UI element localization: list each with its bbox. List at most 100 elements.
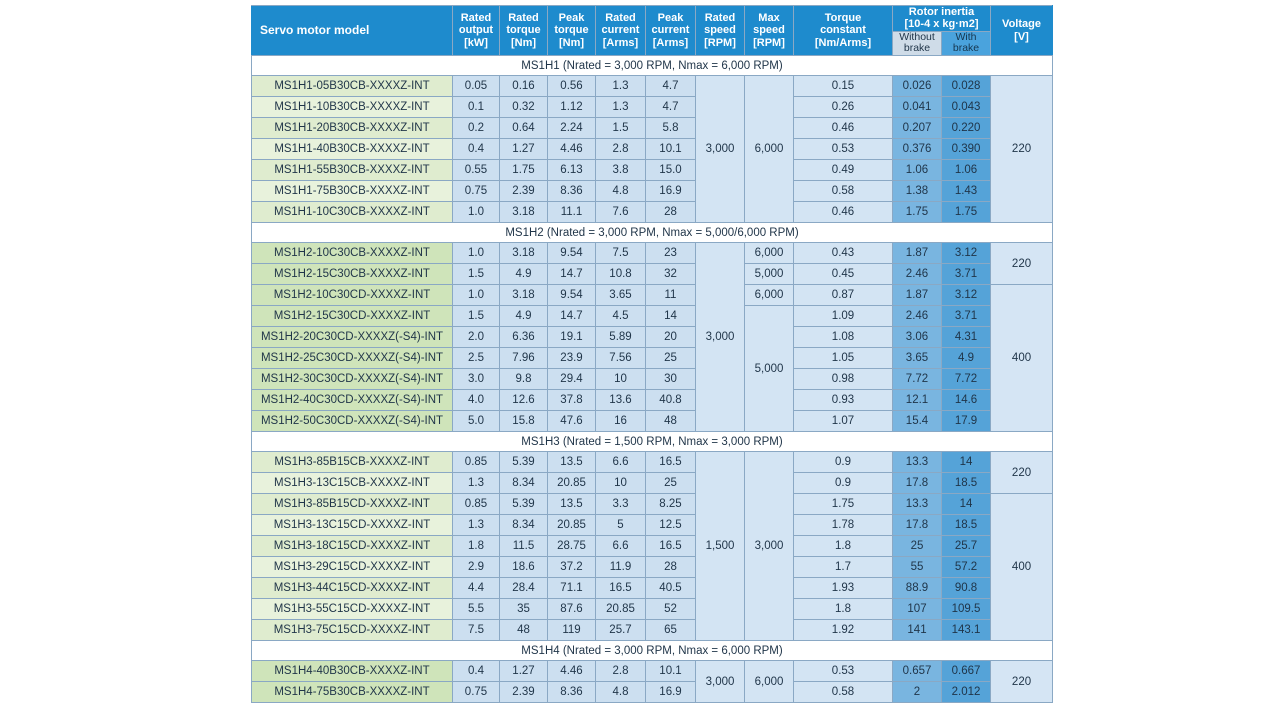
cell-rotor-inertia-with-brake: 2.012	[940, 681, 992, 704]
cell-peak-current: 20	[645, 326, 696, 349]
cell-rated-output: 0.75	[452, 681, 500, 704]
cell-rated-output: 0.4	[452, 660, 500, 683]
cell-rotor-inertia-without-brake: 107	[892, 598, 942, 621]
cell-rated-output: 1.8	[452, 535, 500, 558]
cell-rotor-inertia-without-brake: 17.8	[892, 472, 942, 495]
cell-rotor-inertia-without-brake: 25	[892, 535, 942, 558]
cell-peak-torque: 2.24	[547, 117, 596, 140]
cell-rated-torque: 8.34	[499, 472, 548, 495]
cell-rotor-inertia-without-brake: 141	[892, 619, 942, 642]
cell-peak-current: 4.7	[645, 96, 696, 119]
cell-rated-output: 0.2	[452, 117, 500, 140]
cell-rotor-inertia-without-brake: 0.376	[892, 138, 942, 161]
cell-rotor-inertia-with-brake: 1.75	[940, 201, 992, 224]
spec-table-container: Servo motor model Rated output [kW] Rate…	[250, 4, 1054, 704]
table-row: MS1H3-13C15CD-XXXXZ-INT 1.3 8.34 20.85 5 12.5…	[251, 514, 1053, 537]
cell-rotor-inertia-without-brake: 0.026	[892, 75, 942, 98]
cell-rated-torque: 1.75	[499, 159, 548, 182]
header-rated-output-unit: [kW]	[464, 36, 488, 49]
cell-peak-current: 11	[645, 284, 696, 307]
table-row: MS1H3-29C15CD-XXXXZ-INT 2.9 18.6 37.2 11.9 28…	[251, 556, 1053, 579]
cell-torque-constant: 1.75	[793, 493, 893, 516]
cell-rated-torque: 3.18	[499, 201, 548, 224]
cell-servo-motor-model: MS1H2-15C30CB-XXXXZ-INT	[251, 263, 453, 286]
cell-torque-constant: 1.7	[793, 556, 893, 579]
cell-rated-torque: 6.36	[499, 326, 548, 349]
header-rated-torque-line2: torque	[506, 24, 541, 37]
cell-peak-current: 40.5	[645, 577, 696, 600]
cell-servo-motor-model: MS1H2-10C30CB-XXXXZ-INT	[251, 242, 453, 265]
cell-peak-torque: 0.56	[547, 75, 596, 98]
cell-rotor-inertia-with-brake: 4.9	[940, 347, 992, 370]
cell-peak-current: 25	[645, 472, 696, 495]
header-rated-current: Rated current [Arms]	[595, 4, 646, 57]
cell-rated-current: 6.6	[595, 451, 646, 474]
cell-max-speed: 6,000	[744, 660, 794, 704]
cell-peak-current: 48	[645, 410, 696, 433]
cell-rated-torque: 0.64	[499, 117, 548, 140]
cell-peak-current: 23	[645, 242, 696, 265]
table-row: MS1H2-10C30CD-XXXXZ-INT 1.0 3.18 9.54 3.65 11…	[251, 284, 1054, 433]
table-row: MS1H3-55C15CD-XXXXZ-INT 5.5 35 87.6 20.85 52 1…	[251, 598, 1053, 621]
table-row: MS1H1-75B30CB-XXXXZ-INT 0.75 2.39 8.36 4.8 16…	[251, 180, 1053, 203]
header-rotor-inertia-group: Rotor inertia [10-4 x kg·m2]	[891, 5, 992, 32]
cell-rotor-inertia-without-brake: 0.657	[892, 660, 942, 683]
table-row: MS1H2-50C30CD-XXXXZ(-S4)-INT 5.0 15.8 47.6 1…	[251, 410, 1053, 433]
cell-torque-constant: 0.46	[793, 117, 893, 140]
cell-rated-output: 0.85	[452, 493, 500, 516]
header-rated-torque: Rated torque [Nm]	[499, 4, 548, 57]
cell-peak-torque: 71.1	[547, 577, 596, 600]
cell-rated-current: 7.5	[595, 242, 646, 265]
cell-rotor-inertia-without-brake: 3.65	[892, 347, 942, 370]
cell-rotor-inertia-without-brake: 13.3	[892, 451, 942, 474]
cell-torque-constant: 1.07	[793, 410, 893, 433]
cell-rated-output: 5.0	[452, 410, 500, 433]
cell-rated-torque: 0.16	[499, 75, 548, 98]
cell-rated-torque: 0.32	[499, 96, 548, 119]
cell-rotor-inertia-without-brake: 0.041	[892, 96, 942, 119]
table-row: MS1H3-85B15CD-XXXXZ-INT 0.85 5.39 13.5 3.3 8.…	[251, 493, 1054, 642]
cell-servo-motor-model: MS1H4-75B30CB-XXXXZ-INT	[251, 681, 453, 704]
cell-rotor-inertia-with-brake: 3.12	[940, 242, 992, 265]
cell-servo-motor-model: MS1H3-85B15CB-XXXXZ-INT	[251, 451, 453, 474]
cell-rated-current: 16.5	[595, 577, 646, 600]
cell-rotor-inertia-with-brake: 0.028	[940, 75, 992, 98]
cell-rated-output: 3.0	[452, 368, 500, 391]
cell-peak-current: 12.5	[645, 514, 696, 537]
cell-servo-motor-model: MS1H3-85B15CD-XXXXZ-INT	[251, 493, 453, 516]
table-row: MS1H1-10C30CB-XXXXZ-INT 1.0 3.18 11.1 7.6 28 0…	[251, 201, 1053, 224]
cell-rated-speed: 3,000	[695, 660, 745, 704]
cell-rated-output: 1.5	[452, 305, 500, 328]
cell-max-speed: 6,000	[744, 75, 794, 224]
cell-max-speed: 6,000	[744, 242, 794, 265]
cell-peak-torque: 13.5	[547, 493, 596, 516]
cell-rated-current: 10	[595, 368, 646, 391]
cell-torque-constant: 0.9	[793, 472, 893, 495]
cell-rotor-inertia-without-brake: 88.9	[892, 577, 942, 600]
cell-peak-current: 10.1	[645, 660, 696, 683]
table-row: MS1H3-75C15CD-XXXXZ-INT 7.5 48 119 25.7 65 1.9…	[251, 619, 1053, 642]
cell-rated-current: 6.6	[595, 535, 646, 558]
cell-rated-torque: 28.4	[499, 577, 548, 600]
header-rated-current-line1: Rated	[605, 12, 636, 25]
cell-peak-current: 16.9	[645, 180, 696, 203]
cell-rated-current: 5.89	[595, 326, 646, 349]
cell-rated-output: 7.5	[452, 619, 500, 642]
header-peak-current-unit: [Arms]	[652, 36, 689, 49]
cell-rotor-inertia-with-brake: 14	[940, 493, 992, 516]
cell-rotor-inertia-with-brake: 18.5	[940, 514, 992, 537]
cell-rated-output: 1.0	[452, 201, 500, 224]
cell-peak-current: 5.8	[645, 117, 696, 140]
cell-peak-torque: 28.75	[547, 535, 596, 558]
cell-rated-torque: 9.8	[499, 368, 548, 391]
cell-rated-current: 4.8	[595, 681, 646, 704]
cell-rotor-inertia-without-brake: 13.3	[892, 493, 942, 516]
cell-rotor-inertia-with-brake: 0.390	[940, 138, 992, 161]
cell-rated-torque: 18.6	[499, 556, 548, 579]
group-label: MS1H3 (Nrated = 1,500 RPM, Nmax = 3,000 …	[250, 431, 1054, 453]
cell-peak-current: 15.0	[645, 159, 696, 182]
cell-peak-current: 28	[645, 556, 696, 579]
header-without-brake: Without brake	[892, 30, 942, 57]
cell-voltage: 220	[990, 660, 1054, 704]
header-row-main: Servo motor model Rated output [kW] Rate…	[251, 4, 1054, 57]
